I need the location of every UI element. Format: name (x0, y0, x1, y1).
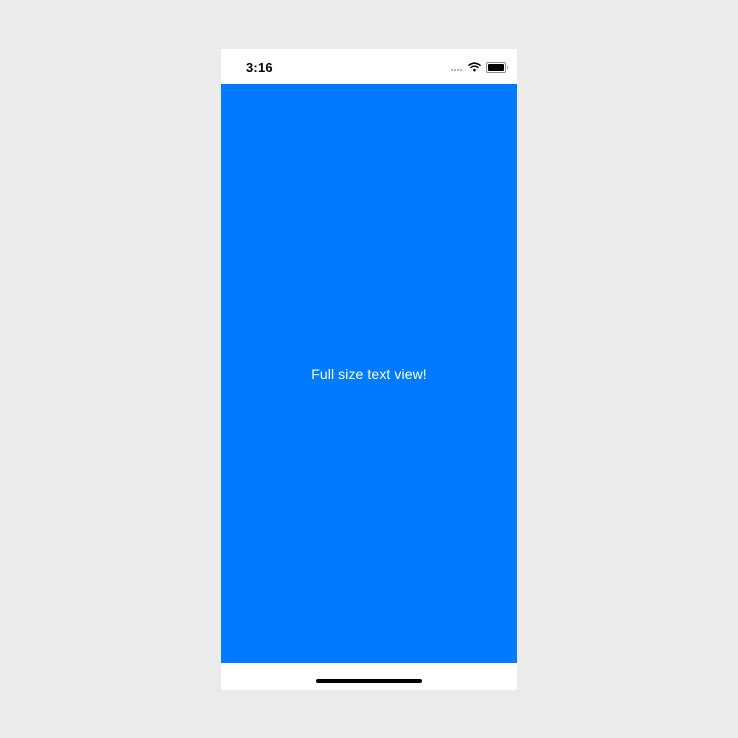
wifi-icon (468, 62, 481, 72)
status-time: 3:16 (246, 60, 273, 75)
home-indicator-area (221, 663, 517, 690)
text-view-label: Full size text view! (311, 365, 427, 382)
status-bar: 3:16 (221, 49, 517, 84)
phone-screen: 3:16 Full size text view! (221, 49, 517, 690)
home-indicator[interactable] (316, 679, 422, 683)
full-size-text-view: Full size text view! (221, 84, 517, 663)
cellular-signal-icon (451, 63, 463, 71)
status-icons (451, 61, 508, 73)
battery-icon (486, 61, 508, 73)
